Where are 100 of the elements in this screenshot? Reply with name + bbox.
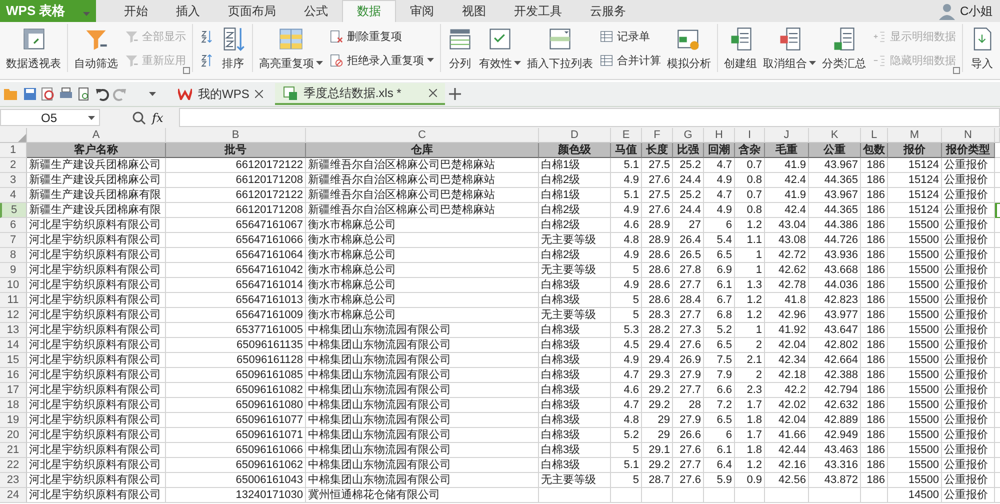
- row-number[interactable]: 5: [0, 203, 27, 218]
- ribbon-button[interactable]: 导入: [967, 24, 997, 72]
- row-number[interactable]: 12: [0, 308, 27, 323]
- table-cell: 186: [861, 203, 888, 218]
- row-number[interactable]: 14: [0, 338, 27, 353]
- table-cell: 河北星宇纺织原料有限公司: [27, 488, 166, 503]
- row-number[interactable]: 9: [0, 263, 27, 278]
- ribbon-button[interactable]: 删除重复项: [327, 28, 436, 44]
- row-number[interactable]: 24: [0, 488, 27, 503]
- add-tab-icon[interactable]: [449, 88, 462, 100]
- column-header[interactable]: D: [539, 128, 611, 143]
- name-box[interactable]: O5: [0, 109, 100, 126]
- column-header[interactable]: K: [809, 128, 861, 143]
- column-header[interactable]: J: [765, 128, 809, 143]
- close-icon[interactable]: [255, 90, 264, 98]
- column-header[interactable]: M: [888, 128, 942, 143]
- row-number[interactable]: 3: [0, 173, 27, 188]
- menu-tab[interactable]: 审阅: [396, 0, 448, 22]
- ribbon-button[interactable]: 自动筛选: [72, 24, 120, 72]
- table-cell: 2.3: [735, 383, 765, 398]
- column-header[interactable]: F: [642, 128, 673, 143]
- row-number[interactable]: 6: [0, 218, 27, 233]
- table-cell: 公重报价: [942, 278, 995, 293]
- row-number[interactable]: 18: [0, 398, 27, 413]
- table-cell: [861, 488, 888, 503]
- column-header[interactable]: L: [861, 128, 888, 143]
- row-number[interactable]: 11: [0, 293, 27, 308]
- row-number[interactable]: 16: [0, 368, 27, 383]
- save-icon[interactable]: [23, 87, 37, 101]
- row-number[interactable]: 2: [0, 158, 27, 173]
- menu-tab[interactable]: 云服务: [576, 0, 640, 22]
- ribbon-button[interactable]: 拒绝录入重复项: [327, 52, 436, 68]
- function-button[interactable]: fx: [152, 110, 164, 124]
- ribbon-button[interactable]: 取消组合: [761, 24, 818, 72]
- ribbon-button[interactable]: 排序: [218, 24, 248, 72]
- user-name[interactable]: C小姐: [960, 2, 1000, 20]
- row-number[interactable]: 22: [0, 458, 27, 473]
- menu-tab[interactable]: 页面布局: [214, 0, 290, 22]
- row-number[interactable]: 20: [0, 428, 27, 443]
- close-icon[interactable]: [429, 89, 438, 97]
- menu-tab[interactable]: 插入: [162, 0, 214, 22]
- table-cell: 42.4: [765, 203, 809, 218]
- table-cell: 河北星宇纺织原料有限公司: [27, 263, 166, 278]
- column-header[interactable]: H: [704, 128, 735, 143]
- undo-icon[interactable]: [95, 87, 109, 101]
- dropdown-icon[interactable]: [149, 92, 156, 96]
- table-cell: 河北星宇纺织原料有限公司: [27, 293, 166, 308]
- column-header[interactable]: C: [306, 128, 539, 143]
- document-tab[interactable]: 季度总结数据.xls *: [275, 83, 446, 105]
- table-cell: 河北星宇纺织原料有限公司: [27, 218, 166, 233]
- ribbon-button[interactable]: 合并计算: [597, 52, 663, 68]
- row-number[interactable]: 4: [0, 188, 27, 203]
- ribbon-button[interactable]: 记录单: [597, 28, 663, 44]
- row-number[interactable]: 19: [0, 413, 27, 428]
- ribbon-button[interactable]: 模拟分析: [665, 24, 713, 72]
- menu-tab[interactable]: 开始: [110, 0, 162, 22]
- header-cell: 报价: [888, 143, 942, 158]
- row-number[interactable]: 10: [0, 278, 27, 293]
- table-cell: 15500: [888, 428, 942, 443]
- zoom-icon[interactable]: [132, 110, 146, 124]
- column-header[interactable]: B: [166, 128, 306, 143]
- table-cell: 15500: [888, 368, 942, 383]
- column-header[interactable]: G: [673, 128, 704, 143]
- row-number[interactable]: 15: [0, 353, 27, 368]
- dialog-launcher-icon[interactable]: [183, 67, 190, 74]
- row-number[interactable]: 21: [0, 443, 27, 458]
- column-header[interactable]: E: [611, 128, 642, 143]
- ribbon-button[interactable]: 数据透视表: [4, 24, 63, 72]
- ribbon-button[interactable]: 插入下拉列表: [525, 24, 595, 72]
- column-header[interactable]: I: [735, 128, 765, 143]
- menu-tab[interactable]: 公式: [290, 0, 342, 22]
- ribbon-button[interactable]: 分列: [445, 24, 475, 72]
- column-header[interactable]: A: [27, 128, 166, 143]
- table-cell: 29.2: [642, 383, 673, 398]
- table-cell: [704, 488, 735, 503]
- print-icon[interactable]: [59, 87, 73, 101]
- row-number[interactable]: 1: [0, 143, 27, 158]
- dialog-launcher-icon[interactable]: [953, 67, 960, 74]
- print-preview-icon[interactable]: [77, 87, 91, 101]
- table-cell: 42.889: [809, 413, 861, 428]
- row-number[interactable]: 7: [0, 233, 27, 248]
- ribbon-button[interactable]: 高亮重复项: [257, 24, 325, 72]
- row-number[interactable]: 8: [0, 248, 27, 263]
- table-cell: 公重报价: [942, 368, 995, 383]
- menu-tab[interactable]: 数据: [342, 0, 396, 22]
- menu-tab[interactable]: 视图: [448, 0, 500, 22]
- app-menu-button[interactable]: WPS 表格: [0, 0, 96, 22]
- column-header[interactable]: N: [942, 128, 995, 143]
- row-number[interactable]: 13: [0, 323, 27, 338]
- ribbon-button[interactable]: 分类汇总: [820, 24, 868, 72]
- row-number[interactable]: 23: [0, 473, 27, 488]
- table-cell: 白棉3级: [539, 323, 611, 338]
- table-cell: 0.8: [735, 203, 765, 218]
- ribbon-button[interactable]: 有效性: [477, 24, 523, 72]
- document-tab[interactable]: 我的WPS: [170, 83, 272, 105]
- formula-input[interactable]: [179, 108, 1000, 127]
- table-cell: 65647161009: [166, 308, 306, 323]
- ribbon-button[interactable]: 创建组: [722, 24, 759, 72]
- menu-tab[interactable]: 开发工具: [500, 0, 576, 22]
- row-number[interactable]: 17: [0, 383, 27, 398]
